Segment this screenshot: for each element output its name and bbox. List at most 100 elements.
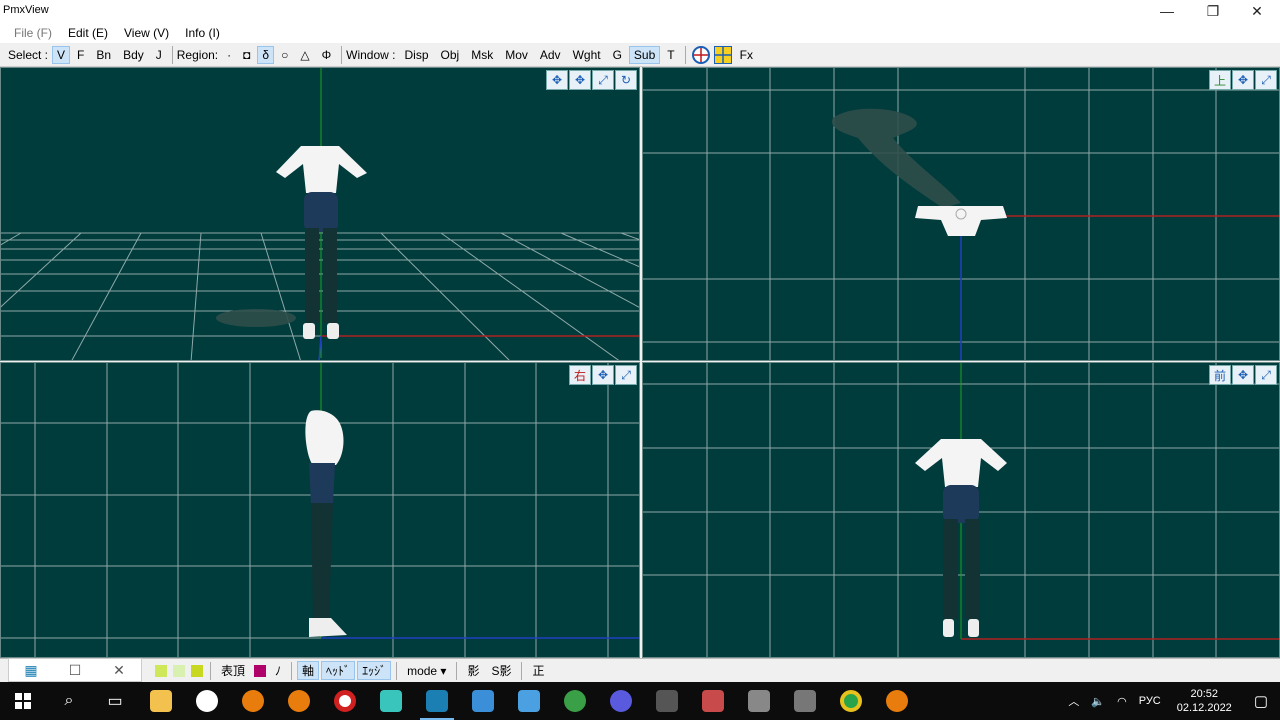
shadow-toggle-button[interactable]: 影: [462, 661, 484, 680]
pan-view-icon[interactable]: ✥: [1232, 70, 1254, 90]
self-shadow-toggle-button[interactable]: S影: [486, 661, 516, 680]
region-rect-button[interactable]: ◘: [238, 46, 255, 64]
front-view-buttons: 前 ✥ ⤢: [1208, 365, 1277, 385]
head-toggle-button[interactable]: ﾍｯﾄﾞ: [321, 661, 356, 680]
region-phi-button[interactable]: Φ: [317, 46, 337, 64]
window-g-button[interactable]: G: [608, 46, 627, 64]
task-view-icon[interactable]: ▭: [92, 682, 138, 720]
color-swatch-light[interactable]: [173, 664, 185, 677]
zoom-view-icon[interactable]: ⤢: [615, 365, 637, 385]
wifi-icon[interactable]: ◠: [1111, 695, 1133, 708]
window-disp-button[interactable]: Disp: [400, 46, 434, 64]
chrome-icon[interactable]: [828, 682, 874, 720]
fx-button[interactable]: Fx: [735, 46, 758, 64]
clock[interactable]: 20:52 02.12.2022: [1167, 687, 1242, 715]
blender-icon-3[interactable]: [874, 682, 920, 720]
edge-toggle-button[interactable]: ｴｯｼﾞ: [357, 661, 392, 680]
close-icon[interactable]: ✕: [97, 662, 141, 679]
rotate-view-icon[interactable]: ↻: [615, 70, 637, 90]
viewport-top[interactable]: 上 ✥ ⤢: [642, 67, 1280, 361]
region-lasso-button[interactable]: δ: [257, 45, 275, 64]
select-vertex-button[interactable]: V: [52, 45, 71, 64]
quad-view-icon[interactable]: [713, 45, 732, 64]
blender-icon[interactable]: [230, 682, 276, 720]
green-app-icon[interactable]: [552, 682, 598, 720]
model-side-view: [305, 410, 347, 637]
color-swatch-green[interactable]: [155, 664, 167, 677]
viewport-front[interactable]: 前 ✥ ⤢: [642, 362, 1280, 658]
file-explorer-icon[interactable]: [138, 682, 184, 720]
menu-edit[interactable]: Edit (E): [60, 26, 116, 40]
orthographic-toggle-button[interactable]: 正: [527, 661, 549, 680]
window-adv-button[interactable]: Adv: [535, 46, 566, 64]
perspective-view-buttons: ✥ ✥ ⤢ ↻: [545, 70, 637, 90]
start-button[interactable]: [0, 682, 46, 720]
zoom-view-icon[interactable]: ⤢: [592, 70, 614, 90]
miku-app-icon[interactable]: [368, 682, 414, 720]
minimize-button[interactable]: —: [1144, 0, 1190, 22]
app-alpaca-icon[interactable]: [184, 682, 230, 720]
window-wght-button[interactable]: Wght: [568, 46, 606, 64]
window-t-button[interactable]: T: [662, 46, 679, 64]
mode-dropdown[interactable]: mode ▾: [402, 663, 451, 679]
menu-file[interactable]: File (F): [6, 26, 60, 40]
clock-time: 20:52: [1190, 688, 1219, 700]
region-circle-button[interactable]: ○: [276, 46, 293, 64]
select-bone-button[interactable]: Bn: [91, 46, 116, 64]
move-view-icon[interactable]: ✥: [546, 70, 568, 90]
graphics-app-icon[interactable]: [690, 682, 736, 720]
bottom-separator: [456, 661, 458, 680]
search-icon[interactable]: ⌕: [46, 682, 92, 720]
select-body-button[interactable]: Bdy: [118, 46, 149, 64]
select-face-button[interactable]: F: [72, 46, 89, 64]
check-app-icon-2[interactable]: [782, 682, 828, 720]
volume-icon[interactable]: 🔈: [1085, 695, 1111, 708]
menu-view[interactable]: View (V): [116, 26, 177, 40]
pmxview-taskbar-icon[interactable]: [414, 682, 460, 720]
window-mov-button[interactable]: Mov: [500, 46, 533, 64]
window-obj-button[interactable]: Obj: [436, 46, 465, 64]
display-vertex-button[interactable]: 表頂: [216, 661, 250, 680]
cat-app-icon[interactable]: [644, 682, 690, 720]
zoom-view-icon[interactable]: ⤢: [1255, 70, 1277, 90]
view-front-label[interactable]: 前: [1209, 365, 1231, 385]
region-triangle-button[interactable]: △: [295, 46, 314, 64]
view-right-label[interactable]: 右: [569, 365, 591, 385]
color-swatch-magenta[interactable]: [254, 664, 267, 677]
window-msk-button[interactable]: Msk: [466, 46, 498, 64]
check-app-icon[interactable]: [736, 682, 782, 720]
color-swatch-yellow[interactable]: [191, 664, 203, 677]
language-indicator[interactable]: РУС: [1133, 695, 1167, 707]
bottom-toolbar: 表頂 ﾉ 軸 ﾍｯﾄﾞ ｴｯｼﾞ mode ▾ 影 S影 正: [0, 658, 1280, 682]
viewport-right[interactable]: 右 ✥ ⤢: [0, 362, 640, 658]
notification-icon[interactable]: ▢: [1242, 692, 1280, 710]
region-point-button[interactable]: ·: [222, 46, 236, 64]
target-icon[interactable]: [691, 45, 710, 64]
display-no-button[interactable]: ﾉ: [270, 661, 286, 680]
window-sub-button[interactable]: Sub: [628, 45, 661, 64]
window-app-icon[interactable]: [460, 682, 506, 720]
restore-icon[interactable]: ☐: [53, 662, 97, 679]
axis-toggle-button[interactable]: 軸: [297, 661, 320, 680]
title-bar: PmxView — ❐ ✕: [0, 0, 1280, 22]
menu-info[interactable]: Info (I): [177, 26, 228, 40]
select-joint-button[interactable]: J: [151, 46, 167, 64]
pan-view-icon[interactable]: ✥: [569, 70, 591, 90]
pan-view-icon[interactable]: ✥: [1232, 365, 1254, 385]
minimized-child-window[interactable]: ▦ ☐ ✕: [8, 658, 142, 682]
viber-icon[interactable]: [598, 682, 644, 720]
restore-button[interactable]: ❐: [1190, 0, 1236, 22]
restore-icon: ❐: [1206, 2, 1220, 19]
chevron-up-icon[interactable]: ︿: [1062, 693, 1085, 709]
blender-icon-2[interactable]: [276, 682, 322, 720]
bottom-separator: [210, 661, 211, 680]
close-button[interactable]: ✕: [1234, 0, 1280, 22]
main-toolbar: Select : V F Bn Bdy J Region: · ◘ δ ○ △ …: [0, 43, 1280, 67]
puzzle-app-icon[interactable]: [506, 682, 552, 720]
zoom-view-icon[interactable]: ⤢: [1255, 365, 1277, 385]
record-icon[interactable]: [322, 682, 368, 720]
viewport-perspective[interactable]: ✥ ✥ ⤢ ↻: [0, 67, 640, 361]
view-top-label[interactable]: 上: [1209, 70, 1231, 90]
toolbar-separator: [684, 45, 686, 64]
pan-view-icon[interactable]: ✥: [592, 365, 614, 385]
